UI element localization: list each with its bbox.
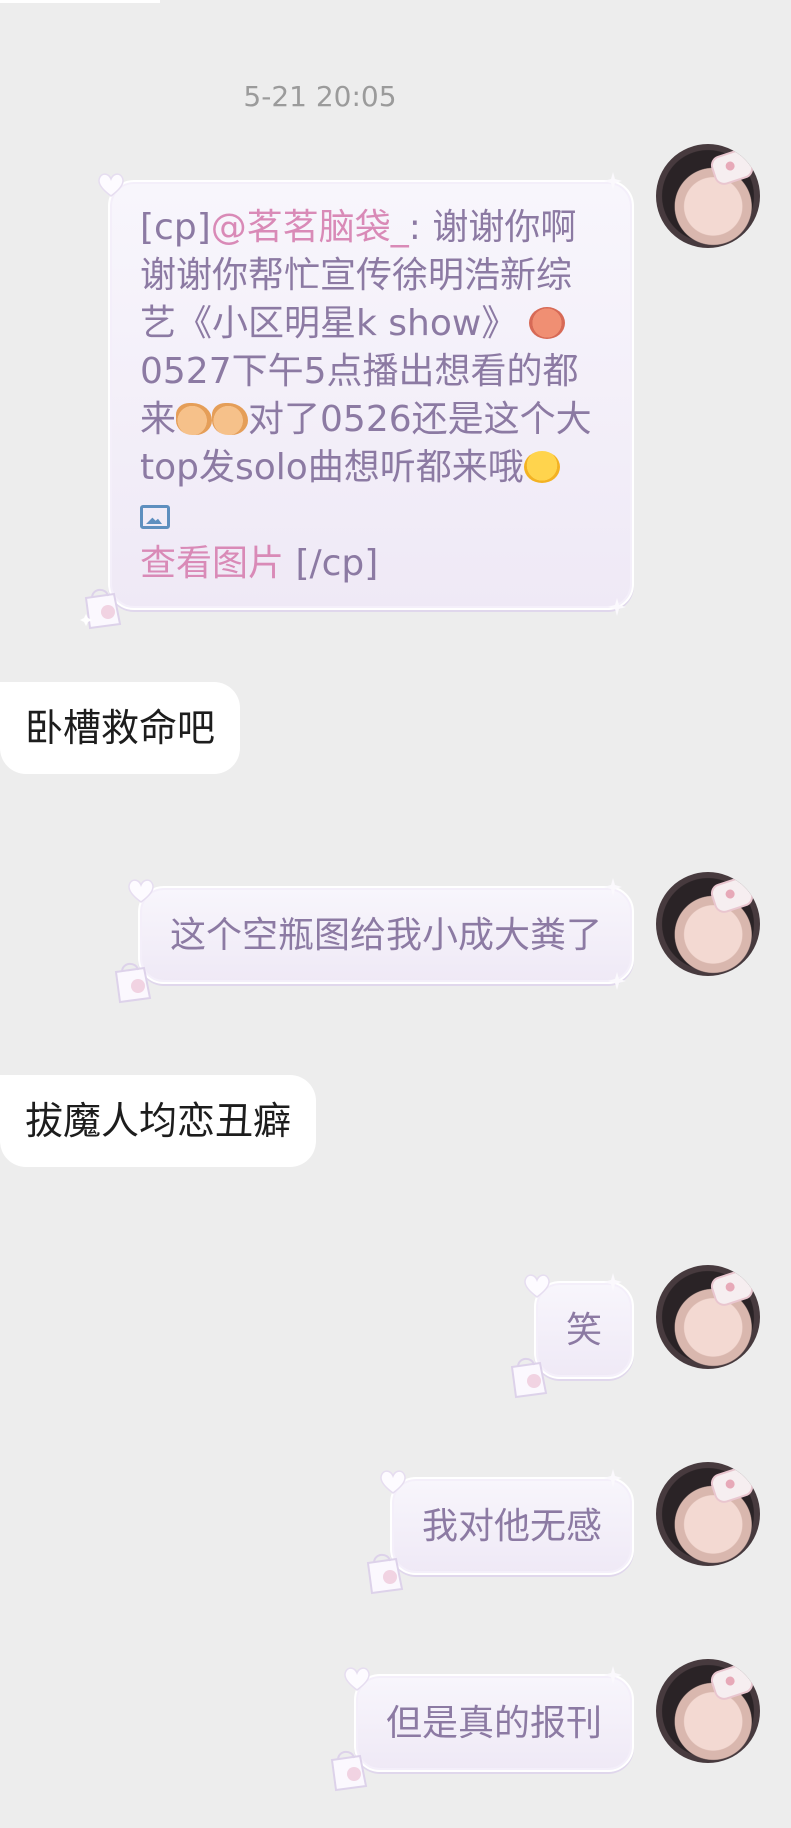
ok-hand-emoji-icon (176, 403, 213, 435)
cp-suffix: [/cp] (284, 543, 379, 584)
heart-sticker-icon (128, 879, 154, 903)
star-sticker-icon (604, 1469, 622, 1487)
avatar[interactable] (656, 872, 760, 976)
heart-sticker-icon (344, 1667, 370, 1691)
sent-message-bubble[interactable]: [cp]@茗茗脑袋_: 谢谢你啊谢谢你帮忙宣传徐明浩新综艺《小区明星k show… (80, 172, 634, 630)
blush-emoji-icon (523, 451, 560, 483)
message-text: 但是真的报刊 (385, 1703, 602, 1744)
message-text: 这个空瓶图给我小成大粪了 (169, 915, 602, 956)
avatar[interactable] (656, 1462, 760, 1566)
avatar[interactable] (656, 144, 760, 248)
bag-sticker-icon (80, 588, 122, 630)
bag-sticker-icon (114, 962, 152, 1004)
received-message-bubble[interactable]: 拔魔人均恋丑癖 (0, 1075, 317, 1167)
bag-sticker-icon (366, 1553, 404, 1595)
star-sticker-icon (604, 1273, 622, 1291)
star-sticker-icon (604, 172, 622, 190)
sent-message-bubble[interactable]: 但是真的报刊 (330, 1666, 634, 1792)
bag-sticker-icon (510, 1357, 548, 1399)
sent-message-bubble[interactable]: 笑 (510, 1273, 634, 1399)
ok-hand-emoji-icon (212, 403, 249, 435)
view-image-link[interactable]: 查看图片 (140, 543, 284, 584)
message-text: 我对他无感 (421, 1506, 602, 1547)
image-icon[interactable] (140, 505, 170, 529)
avatar[interactable] (656, 1659, 760, 1763)
heart-sticker-icon (380, 1470, 406, 1494)
star-sticker-icon (608, 598, 626, 616)
received-message-bubble[interactable]: 卧槽救命吧 (0, 682, 241, 774)
star-sticker-icon (604, 878, 622, 896)
message-text: 笑 (565, 1310, 602, 1351)
sent-message-bubble[interactable]: 我对他无感 (366, 1469, 634, 1595)
monster-emoji-icon (528, 307, 565, 339)
avatar[interactable] (656, 1265, 760, 1369)
bag-sticker-icon (330, 1750, 368, 1792)
heart-sticker-icon (98, 173, 124, 197)
star-sticker-icon (604, 1666, 622, 1684)
heart-sticker-icon (524, 1274, 550, 1298)
user-mention-link[interactable]: @茗茗脑袋_ (211, 207, 409, 248)
sent-message-bubble[interactable]: 这个空瓶图给我小成大粪了 (114, 878, 634, 1004)
top-divider (0, 0, 160, 3)
star-sticker-icon (608, 972, 626, 990)
cp-prefix: [cp] (140, 207, 211, 248)
message-timestamp: 5-21 20:05 (243, 80, 397, 113)
